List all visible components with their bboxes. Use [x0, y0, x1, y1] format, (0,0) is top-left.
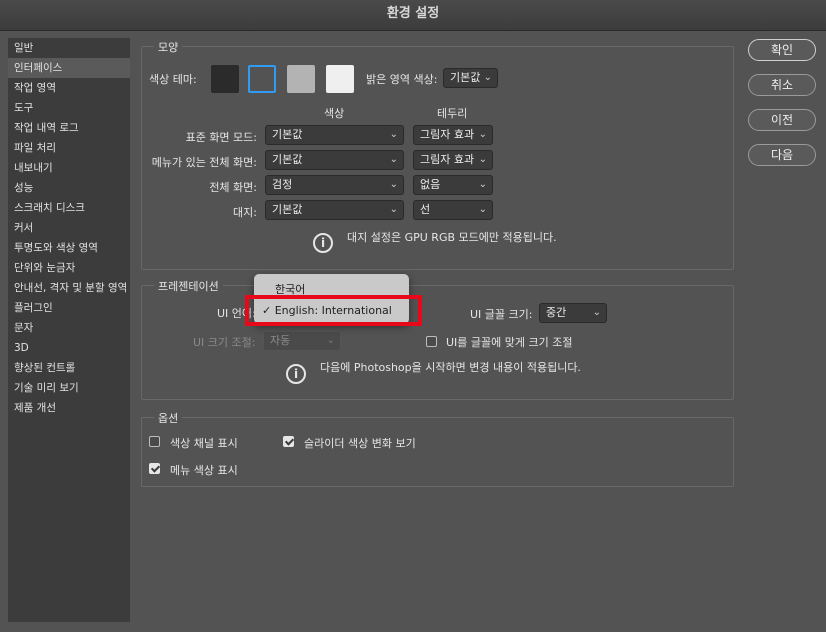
full-screen-border-select[interactable]: 없음 ⌄: [413, 175, 493, 195]
sidebar-item-technology-previews[interactable]: 기술 미리 보기: [8, 378, 130, 398]
sidebar-item-guides-grid-slices[interactable]: 안내선, 격자 및 분할 영역: [8, 278, 130, 298]
artboard-label: 대지:: [233, 206, 257, 219]
full-screen-label: 전체 화면:: [209, 181, 257, 194]
sidebar-item-scratch-disks[interactable]: 스크래치 디스크: [8, 198, 130, 218]
full-screen-menus-label: 메뉴가 있는 전체 화면:: [151, 156, 257, 169]
sidebar-item-plugins[interactable]: 플러그인: [8, 298, 130, 318]
restart-info-text: 다음에 Photoshop을 시작하면 변경 내용이 적용됩니다.: [320, 361, 581, 374]
chevron-down-icon: ⌄: [478, 129, 487, 140]
select-value: 없음: [420, 178, 441, 191]
show-menu-colors-checkbox[interactable]: [149, 463, 160, 474]
sidebar-item-file-handling[interactable]: 파일 처리: [8, 138, 130, 158]
artboard-color-select[interactable]: 기본값 ⌄: [265, 200, 404, 220]
ok-button[interactable]: 확인: [748, 39, 816, 61]
info-icon: i: [313, 233, 333, 253]
show-channels-in-color-checkbox[interactable]: [149, 436, 160, 447]
select-value: 그림자 효과: [420, 128, 475, 141]
appearance-section-title: 모양: [154, 39, 183, 55]
chevron-down-icon: ⌄: [483, 72, 492, 83]
chevron-down-icon: ⌄: [478, 179, 487, 190]
theme-swatch-light[interactable]: [287, 65, 315, 93]
full-screen-menus-border-select[interactable]: 그림자 효과 ⌄: [413, 150, 493, 170]
chevron-down-icon: ⌄: [389, 179, 398, 190]
window-title: 환경 설정: [0, 0, 826, 31]
info-icon: i: [286, 364, 306, 384]
ui-font-size-label: UI 글꼴 크기:: [470, 308, 533, 321]
select-value: 중간: [546, 306, 567, 319]
sidebar-item-general[interactable]: 일반: [8, 38, 130, 58]
select-value: 그림자 효과: [420, 153, 475, 166]
chevron-down-icon: ⌄: [326, 335, 335, 346]
sidebar-item-tools[interactable]: 도구: [8, 98, 130, 118]
full-screen-menus-color-select[interactable]: 기본값 ⌄: [265, 150, 404, 170]
highlight-color-label: 밝은 영역 색상:: [366, 73, 438, 86]
standard-screen-mode-color-select[interactable]: 기본값 ⌄: [265, 125, 404, 145]
chevron-down-icon: ⌄: [389, 154, 398, 165]
dynamic-color-sliders-label: 슬라이더 색상 변화 보기: [304, 437, 416, 450]
ui-scaling-select[interactable]: 자동 ⌄: [263, 331, 341, 351]
sidebar-item-interface[interactable]: 인터페이스: [8, 58, 130, 78]
highlight-color-select[interactable]: 기본값 ⌄: [443, 68, 498, 88]
ui-font-size-select[interactable]: 중간 ⌄: [539, 303, 607, 323]
standard-screen-mode-border-select[interactable]: 그림자 효과 ⌄: [413, 125, 493, 145]
select-value: 기본값: [272, 128, 303, 141]
next-button[interactable]: 다음: [748, 144, 816, 166]
dynamic-color-sliders-checkbox[interactable]: [283, 436, 294, 447]
chevron-down-icon: ⌄: [478, 204, 487, 215]
chevron-down-icon: ⌄: [389, 129, 398, 140]
show-channels-in-color-label: 색상 채널 표시: [170, 437, 238, 450]
chevron-down-icon: ⌄: [478, 154, 487, 165]
standard-screen-mode-label: 표준 화면 모드:: [185, 131, 257, 144]
sidebar-item-cursors[interactable]: 커서: [8, 218, 130, 238]
theme-swatch-lightest[interactable]: [326, 65, 354, 93]
sidebar-item-export[interactable]: 내보내기: [8, 158, 130, 178]
sidebar-item-type[interactable]: 문자: [8, 318, 130, 338]
select-value: 기본값: [272, 203, 303, 216]
show-menu-colors-label: 메뉴 색상 표시: [170, 464, 238, 477]
ui-scaling-label: UI 크기 조절:: [193, 336, 256, 349]
chevron-down-icon: ⌄: [592, 307, 601, 318]
annotation-highlight-box: [245, 295, 422, 326]
sidebar-item-product-improvement[interactable]: 제품 개선: [8, 398, 130, 418]
sidebar-item-enhanced-controls[interactable]: 향상된 컨트롤: [8, 358, 130, 378]
sidebar-item-transparency-gamut[interactable]: 투명도와 색상 영역: [8, 238, 130, 258]
theme-swatch-dark[interactable]: [248, 65, 276, 93]
artboard-border-select[interactable]: 선 ⌄: [413, 200, 493, 220]
cancel-button[interactable]: 취소: [748, 74, 816, 96]
color-theme-label: 색상 테마:: [149, 73, 197, 86]
full-screen-color-select[interactable]: 검정 ⌄: [265, 175, 404, 195]
sidebar-item-history-log[interactable]: 작업 내역 로그: [8, 118, 130, 138]
artboard-info-text: 대지 설정은 GPU RGB 모드에만 적용됩니다.: [347, 231, 557, 244]
chevron-down-icon: ⌄: [389, 204, 398, 215]
sidebar-item-3d[interactable]: 3D: [8, 338, 130, 358]
highlight-color-value: 기본값: [450, 71, 481, 84]
theme-swatch-darkest[interactable]: [211, 65, 239, 93]
select-value: 기본값: [272, 153, 303, 166]
scale-to-font-checkbox[interactable]: [426, 336, 437, 347]
select-value: 자동: [270, 334, 291, 347]
prev-button[interactable]: 이전: [748, 109, 816, 131]
options-section-title: 옵션: [154, 410, 183, 426]
select-value: 선: [420, 203, 431, 216]
sidebar-item-performance[interactable]: 성능: [8, 178, 130, 198]
preferences-sidebar: 일반 인터페이스 작업 영역 도구 작업 내역 로그 파일 처리 내보내기 성능…: [8, 38, 130, 622]
column-header-border: 테두리: [437, 107, 468, 120]
sidebar-item-workspace[interactable]: 작업 영역: [8, 78, 130, 98]
scale-to-font-label: UI를 글꼴에 맞게 크기 조절: [446, 336, 573, 349]
select-value: 검정: [272, 178, 293, 191]
presentation-section-title: 프레젠테이션: [154, 278, 223, 294]
column-header-color: 색상: [324, 107, 345, 120]
sidebar-item-units-rulers[interactable]: 단위와 눈금자: [8, 258, 130, 278]
